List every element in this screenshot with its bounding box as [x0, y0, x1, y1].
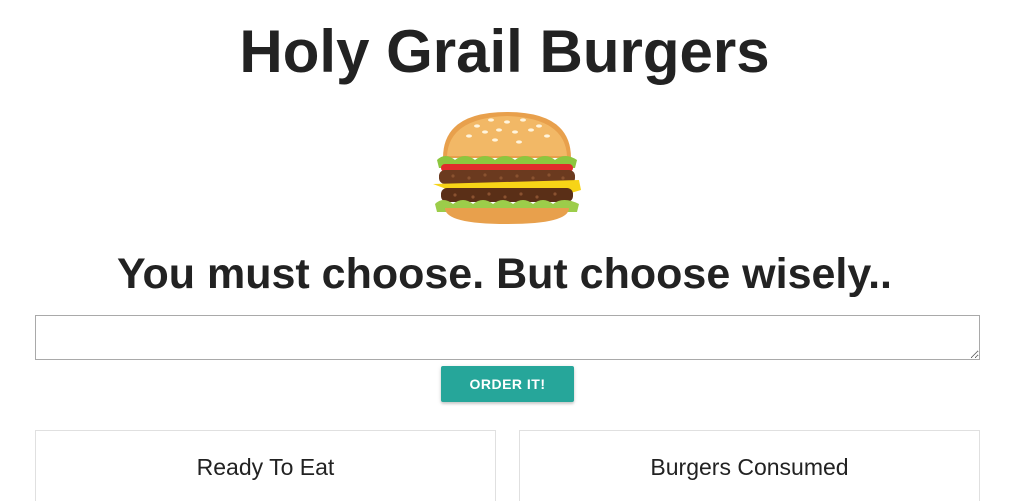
burgers-consumed-title: Burgers Consumed	[650, 454, 849, 480]
order-button[interactable]: ORDER IT!	[441, 366, 574, 402]
tagline: You must choose. But choose wisely..	[117, 250, 892, 298]
page-title: Holy Grail Burgers	[239, 18, 770, 85]
burger-icon	[429, 108, 585, 226]
page: Holy Grail Burgers You must choose. But …	[0, 0, 1009, 501]
burgers-consumed-panel: Burgers Consumed	[519, 430, 980, 501]
ready-to-eat-title: Ready To Eat	[196, 454, 335, 480]
burger-name-input[interactable]	[35, 315, 980, 360]
ready-to-eat-panel: Ready To Eat	[35, 430, 496, 501]
